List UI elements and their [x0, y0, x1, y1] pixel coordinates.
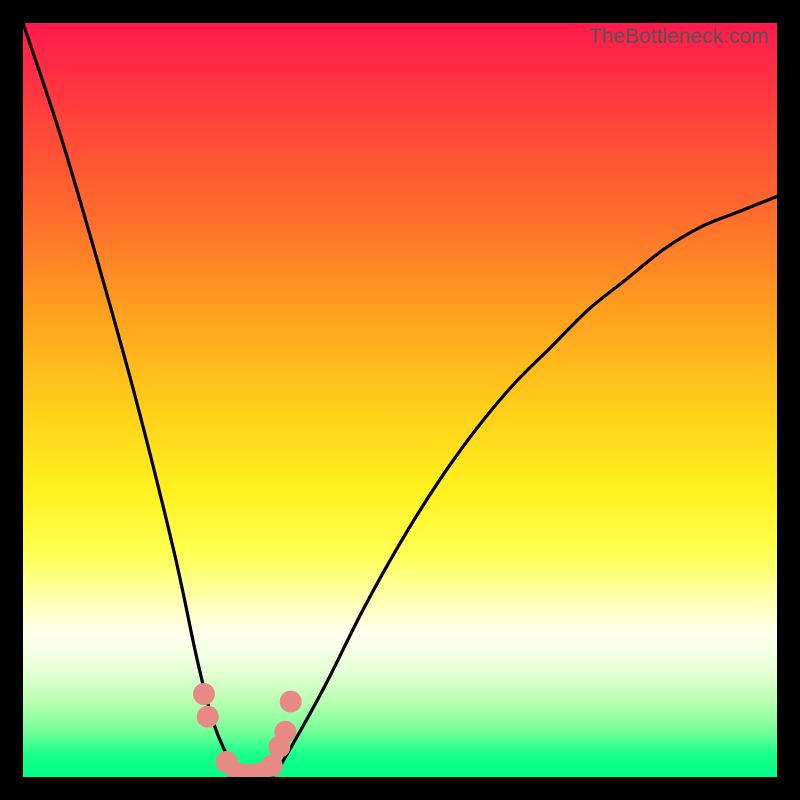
marker-dot: [193, 683, 215, 705]
marker-dot: [274, 721, 296, 743]
plot-area: TheBottleneck.com: [23, 23, 777, 777]
marker-dot: [261, 755, 283, 777]
marker-dot: [280, 691, 302, 713]
marker-dot: [197, 706, 219, 728]
bottleneck-curve: [23, 23, 777, 777]
bottleneck-chart: [23, 23, 777, 777]
highlighted-markers: [193, 683, 302, 777]
